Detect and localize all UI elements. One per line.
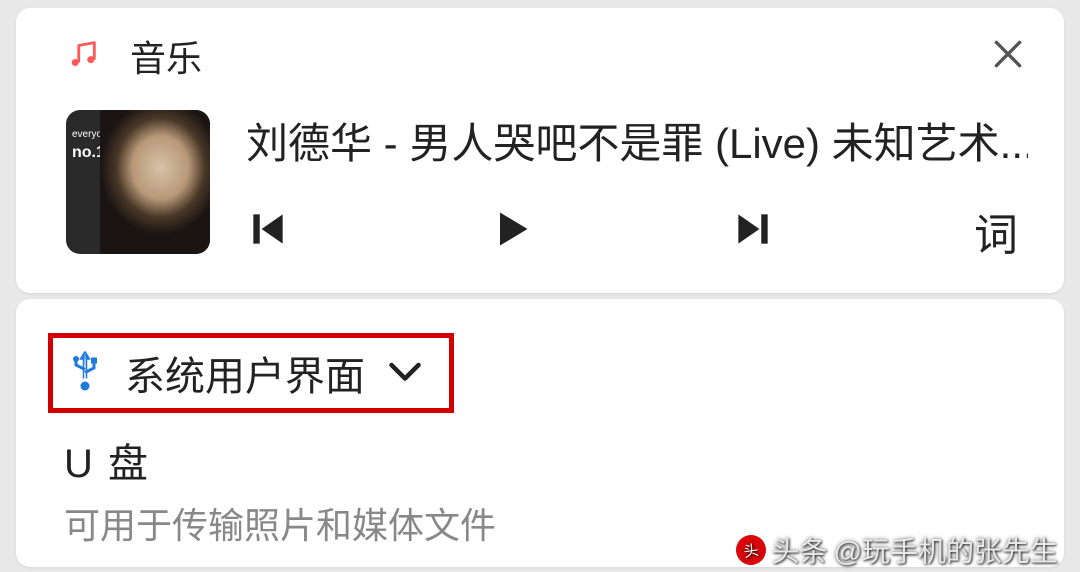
watermark-text: @玩手机的张先生 (834, 530, 1058, 570)
header-left: 音乐 (66, 30, 202, 82)
system-ui-row[interactable]: 系统用户界面 (48, 333, 454, 413)
lyrics-button[interactable]: 词 (974, 199, 1018, 263)
chevron-down-icon (387, 359, 423, 388)
watermark-logo-icon: 头 (734, 533, 768, 567)
music-icon (66, 37, 100, 76)
track-title: 刘德华 - 男人哭吧不是罪 (Live) 未知艺术... (246, 110, 1028, 171)
track-area: 刘德华 - 男人哭吧不是罪 (Live) 未知艺术... (246, 110, 1028, 263)
card-body: everyone is no.1 刘德华 - 男人哭吧不是罪 (Live) 未知… (16, 92, 1064, 293)
previous-track-button[interactable] (246, 207, 290, 256)
next-track-button[interactable] (731, 207, 775, 256)
usb-icon (67, 348, 103, 399)
player-controls: 词 (246, 199, 1028, 263)
card-header: 音乐 (16, 8, 1064, 92)
system-notification-card: 系统用户界面 U 盘 可用于传输照片和媒体文件 (16, 299, 1064, 567)
music-notification-card: 音乐 everyone is no.1 刘德华 - 男人哭吧不是罪 (Live)… (16, 8, 1064, 293)
udisk-title: U 盘 (64, 431, 1064, 489)
peek-row (16, 299, 1064, 323)
watermark: 头 头条 @玩手机的张先生 (736, 530, 1058, 570)
app-label: 音乐 (130, 30, 202, 82)
system-ui-label: 系统用户界面 (125, 344, 365, 402)
close-icon[interactable] (988, 34, 1028, 79)
album-art[interactable]: everyone is no.1 (66, 110, 210, 254)
play-button[interactable] (489, 207, 533, 256)
watermark-brand: 头条 (772, 530, 828, 570)
